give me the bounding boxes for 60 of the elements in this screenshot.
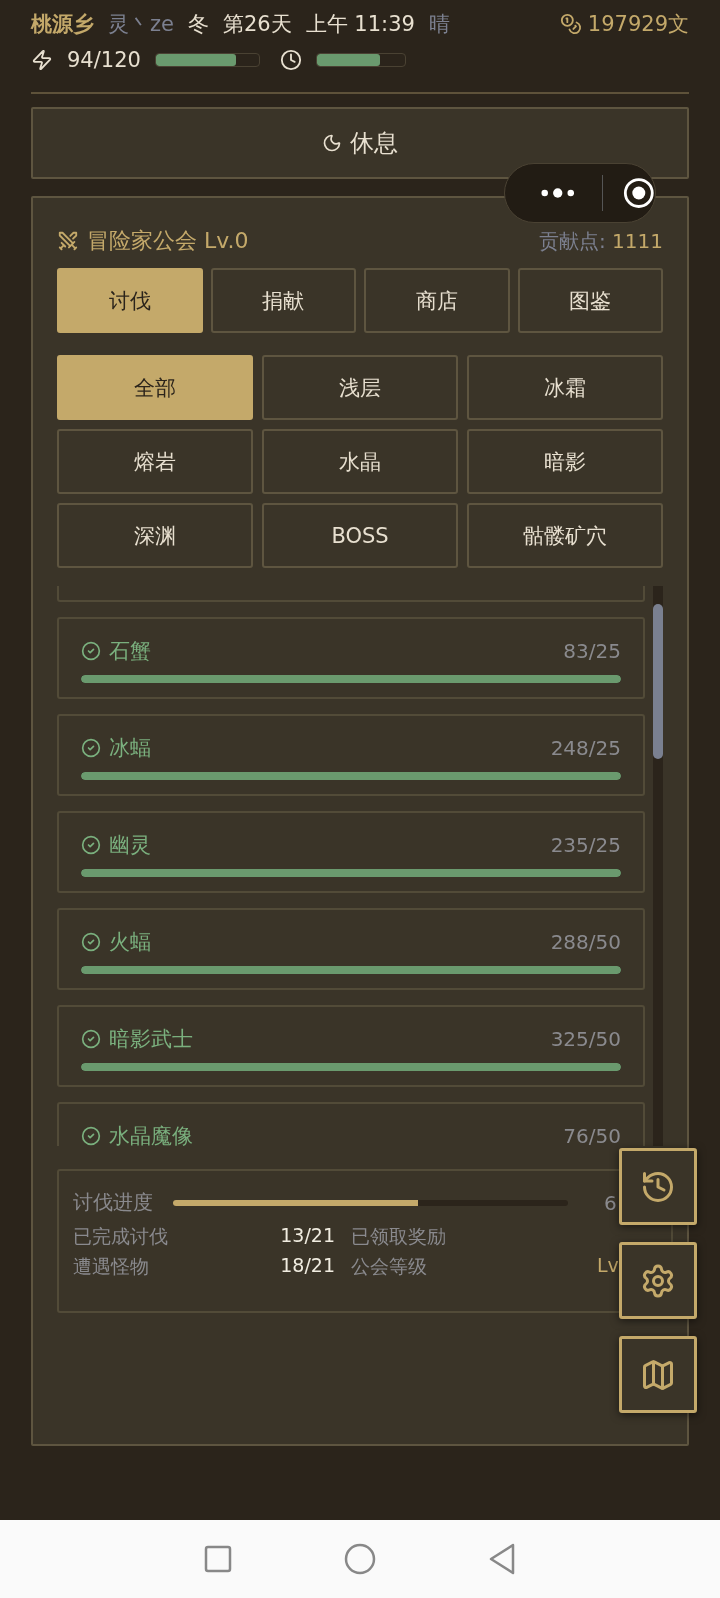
money-amount: 197929文: [587, 11, 689, 38]
back-icon[interactable]: [488, 1543, 516, 1575]
stat-label: 已完成讨伐: [73, 1224, 169, 1249]
map-button[interactable]: [619, 1336, 697, 1413]
energy-reading: 94/120: [67, 48, 141, 72]
monster-name: 冰蝠: [109, 735, 151, 762]
lightning-icon: [31, 49, 53, 71]
progress-label: 讨伐进度: [73, 1189, 153, 1216]
player-name: 灵丶ze: [108, 11, 174, 38]
settings-icon: [640, 1262, 676, 1299]
stat-label: 遭遇怪物: [73, 1254, 150, 1279]
monster-name: 石蟹: [109, 638, 151, 665]
rest-button[interactable]: 休息: [31, 107, 689, 179]
stat-value: Lv: [596, 1254, 620, 1278]
time-label: 上午 11:39: [305, 11, 415, 38]
stat-label: 已领取奖励: [351, 1224, 447, 1249]
kill-count: 288/50: [550, 930, 621, 954]
history-button[interactable]: [619, 1148, 697, 1225]
contribution-points: 贡献点: 1111: [539, 227, 663, 255]
kill-count: 83/25: [563, 639, 621, 663]
moon-icon: [322, 133, 342, 153]
filter-button[interactable]: BOSS: [262, 503, 458, 568]
tab[interactable]: 捐献: [210, 268, 356, 333]
monster-name: 水晶魔像: [109, 1123, 193, 1146]
guild-title: 冒险家公会 Lv.0: [87, 227, 249, 255]
stat-value: 18/21: [279, 1254, 336, 1278]
tab[interactable]: 商店: [364, 268, 510, 333]
scrollbar[interactable]: [653, 586, 663, 1146]
filter-button[interactable]: 深渊: [57, 503, 253, 568]
kill-count: 235/25: [550, 833, 621, 857]
clock-icon: [279, 49, 302, 71]
kill-count: 325/50: [550, 1027, 621, 1051]
stat-label: 公会等级: [351, 1254, 428, 1279]
season-label: 冬: [187, 11, 209, 38]
home-icon[interactable]: [344, 1543, 376, 1575]
filter-button[interactable]: 骷髅矿穴: [467, 503, 663, 568]
filter-button[interactable]: 浅层: [262, 355, 458, 420]
monster-name: 幽灵: [109, 832, 151, 859]
day-label: 第26天: [222, 11, 292, 38]
monster-name: 火蝠: [109, 929, 151, 956]
filter-button[interactable]: 暗影: [467, 429, 663, 494]
target-icon[interactable]: [623, 176, 655, 210]
square-icon[interactable]: [204, 1545, 232, 1573]
monster-name: 暗影武士: [109, 1026, 193, 1053]
progress-reading: 6: [604, 1190, 617, 1215]
settings-button[interactable]: [619, 1242, 697, 1319]
filter-button[interactable]: 冰霜: [467, 355, 663, 420]
tab[interactable]: 图鉴: [517, 268, 663, 333]
tab[interactable]: 讨伐: [57, 268, 203, 333]
coins-icon: [559, 13, 582, 35]
stat-value: 13/21: [279, 1224, 336, 1248]
filter-button[interactable]: 水晶: [262, 429, 458, 494]
filter-button[interactable]: 全部: [57, 355, 253, 420]
weather-label: 晴: [428, 11, 450, 38]
location-name: 桃源乡: [31, 11, 94, 38]
kill-count: 248/25: [550, 736, 621, 760]
filter-button[interactable]: 熔岩: [57, 429, 253, 494]
swords-icon: [57, 230, 79, 252]
kill-count: 76/50: [563, 1124, 621, 1146]
more-icon[interactable]: [541, 187, 575, 199]
